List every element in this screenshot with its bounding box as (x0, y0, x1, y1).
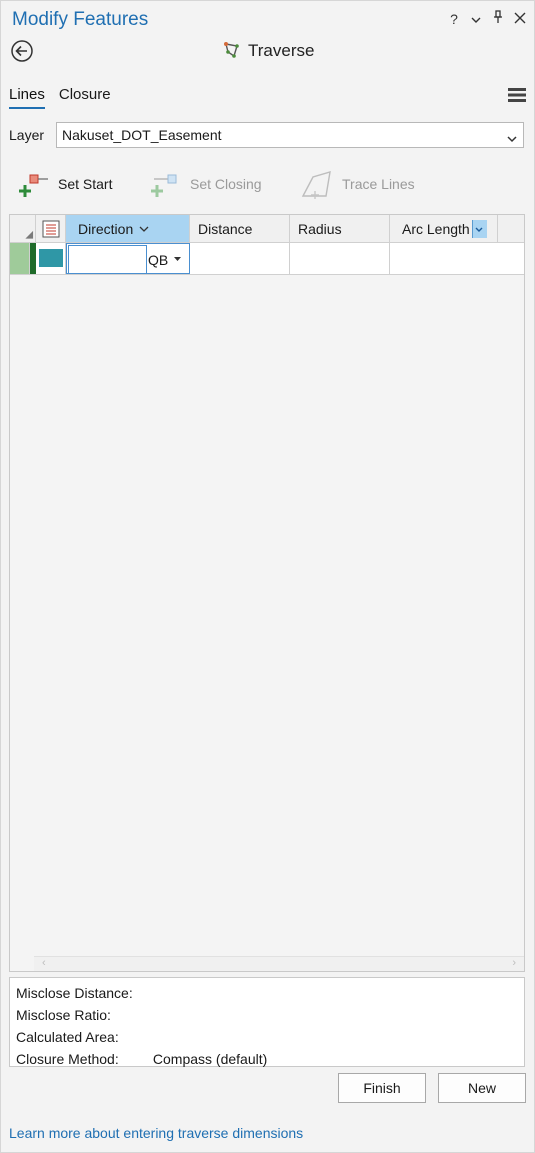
direction-input[interactable] (68, 245, 147, 274)
set-closing-label: Set Closing (190, 176, 262, 192)
closure-method-value: Compass (default) (152, 1051, 268, 1067)
pane-title: Modify Features (12, 9, 149, 30)
column-header-direction[interactable]: Direction (66, 215, 190, 242)
radius-cell[interactable] (290, 243, 390, 274)
tab-lines[interactable]: Lines (9, 86, 45, 109)
help-icon[interactable]: ? (447, 11, 461, 27)
set-closing-button[interactable]: Set Closing (150, 168, 262, 200)
column-header-distance[interactable]: Distance (190, 215, 290, 242)
distance-header-label: Distance (198, 220, 253, 237)
radius-header-label: Radius (298, 220, 342, 237)
trace-lines-button[interactable]: Trace Lines (300, 168, 415, 200)
closure-method-label: Closure Method: (16, 1051, 119, 1067)
set-start-icon (19, 174, 48, 197)
tab-bar: Lines Closure (9, 86, 111, 109)
closure-method-row: Closure Method: Compass (default) (16, 1048, 518, 1070)
set-start-label: Set Start (58, 176, 113, 192)
arc-length-cell[interactable] (390, 243, 524, 274)
back-arrow-icon (11, 40, 33, 62)
menu-icon[interactable] (508, 87, 526, 103)
misclose-distance-label: Misclose Distance: (16, 985, 133, 1001)
misclose-ratio-label: Misclose Ratio: (16, 1007, 111, 1023)
arc-length-header-label: Arc Length (402, 220, 470, 237)
chevron-down-icon (139, 226, 149, 232)
row-options-icon[interactable] (36, 215, 66, 242)
direction-unit-dropdown[interactable]: QB (148, 247, 182, 272)
tool-title: Traverse (248, 41, 315, 60)
trace-lines-label: Trace Lines (342, 176, 415, 192)
row-symbol (36, 243, 66, 274)
traverse-icon (224, 42, 239, 58)
row-color-swatch (39, 249, 63, 267)
chevron-down-icon[interactable] (471, 219, 487, 238)
chevron-down-icon (507, 130, 517, 146)
column-header-radius[interactable]: Radius (290, 215, 390, 242)
direction-header-label: Direction (78, 220, 134, 237)
row-selector[interactable] (10, 243, 30, 274)
grid-header: Direction Distance Radius Arc Length (10, 215, 524, 243)
back-button[interactable] (11, 40, 33, 62)
layer-value: Nakuset_DOT_Easement (62, 127, 222, 143)
finish-button[interactable]: Finish (338, 1073, 426, 1103)
distance-cell[interactable] (190, 243, 290, 274)
direction-cell[interactable]: QB (66, 243, 190, 274)
direction-unit-value: QB (148, 251, 169, 268)
set-start-button[interactable]: Set Start (18, 168, 112, 200)
calculated-area-row: Calculated Area: (16, 1026, 518, 1048)
layer-dropdown[interactable]: Nakuset_DOT_Easement (56, 122, 524, 148)
table-row[interactable]: QB (10, 243, 524, 275)
set-closing-icon (151, 174, 177, 197)
calculated-area-label: Calculated Area: (16, 1029, 119, 1045)
close-icon[interactable] (513, 11, 527, 27)
trace-lines-icon (301, 171, 331, 199)
new-button[interactable]: New (438, 1073, 526, 1103)
tab-closure[interactable]: Closure (59, 86, 111, 109)
misclose-distance-row: Misclose Distance: (16, 982, 518, 1004)
closure-stats-panel: Misclose Distance: Misclose Ratio: Calcu… (9, 977, 525, 1067)
layer-label: Layer (9, 127, 45, 143)
tool-header: Traverse (222, 41, 314, 61)
select-all-corner[interactable] (10, 215, 36, 242)
column-header-arc-length[interactable]: Arc Length (390, 215, 498, 242)
scroll-left-icon[interactable]: ‹ (42, 957, 46, 969)
pin-icon[interactable] (491, 10, 505, 27)
chevron-down-icon[interactable] (469, 11, 483, 27)
horizontal-scrollbar[interactable]: ‹ › (34, 956, 524, 971)
traverse-grid: Direction Distance Radius Arc Length QB (9, 214, 525, 972)
misclose-ratio-row: Misclose Ratio: (16, 1004, 518, 1026)
scroll-right-icon[interactable]: › (512, 957, 516, 969)
help-link[interactable]: Learn more about entering traverse dimen… (9, 1125, 303, 1141)
window-controls: ? (447, 10, 527, 27)
caret-down-icon (174, 257, 182, 261)
